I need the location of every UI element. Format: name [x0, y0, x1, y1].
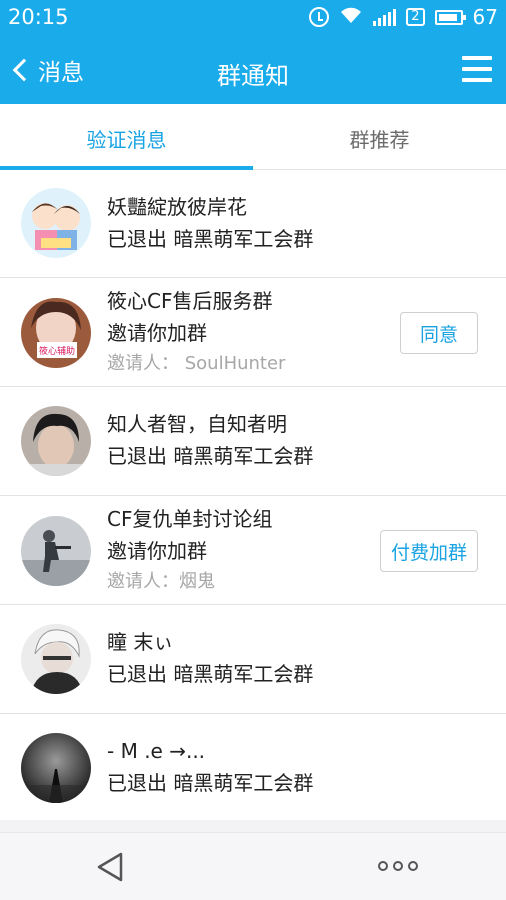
item-text: CF复仇单封讨论组 邀请你加群 邀请人：烟鬼 — [107, 506, 272, 594]
page-title: 群通知 — [217, 62, 289, 90]
list-item[interactable]: 知人者智，自知者明 已退出 暗黑萌军工会群 — [0, 387, 506, 496]
menu-icon[interactable] — [462, 56, 492, 82]
group-name: 妖豔綻放彼岸花 — [107, 195, 247, 219]
battery-icon — [434, 9, 466, 25]
tab-verification[interactable]: 验证消息 — [0, 104, 253, 170]
sim-slot-badge: 2 — [406, 8, 425, 26]
list-item[interactable]: 筱心辅助 筱心CF售后服务群 邀请你加群 邀请人： SoulHunter 同意 — [0, 278, 506, 387]
back-triangle-icon[interactable] — [95, 851, 125, 883]
avatar — [21, 516, 91, 586]
item-text: 知人者智，自知者明 已退出 暗黑萌军工会群 — [107, 411, 313, 469]
item-text: 妖豔綻放彼岸花 已退出 暗黑萌军工会群 — [107, 194, 313, 252]
group-name: 知人者智，自知者明 — [107, 412, 287, 436]
inviter-text: 邀请人： SoulHunter — [107, 353, 286, 374]
agree-button[interactable]: 同意 — [400, 312, 478, 354]
notification-message: 已退出 暗黑萌军工会群 — [107, 771, 314, 795]
alarm-icon — [309, 7, 330, 27]
avatar: 筱心辅助 — [21, 298, 91, 368]
notification-message: 已退出 暗黑萌军工会群 — [107, 444, 314, 468]
avatar — [21, 624, 91, 694]
avatar-caption: 筱心辅助 — [39, 345, 75, 357]
signal-icon — [373, 8, 397, 26]
notification-message: 已退出 暗黑萌军工会群 — [107, 227, 314, 251]
status-icons: 2 67 — [309, 5, 498, 29]
wifi-icon — [339, 6, 363, 29]
bottom-navigation-bar — [0, 832, 506, 900]
notification-message: 邀请你加群 — [107, 539, 207, 563]
list-item[interactable]: - M .e →... 已退出 暗黑萌军工会群 — [0, 714, 506, 820]
group-name: CF复仇单封讨论组 — [107, 507, 273, 531]
battery-level: 67 — [472, 5, 498, 29]
item-text: 瞳 末ぃ 已退出 暗黑萌军工会群 — [107, 629, 313, 687]
tab-bar: 验证消息 群推荐 — [0, 104, 506, 170]
avatar — [21, 406, 91, 476]
item-text: 筱心CF售后服务群 邀请你加群 邀请人： SoulHunter — [107, 288, 285, 376]
group-name: 瞳 末ぃ — [107, 630, 174, 654]
status-bar: 20:15 2 67 — [0, 0, 506, 36]
more-dots-icon[interactable] — [378, 861, 418, 871]
paid-join-button[interactable]: 付费加群 — [380, 530, 478, 572]
group-name: 筱心CF售后服务群 — [107, 289, 273, 313]
notification-message: 邀请你加群 — [107, 321, 207, 345]
list-footer-spacer — [0, 820, 506, 832]
tab-recommended-groups[interactable]: 群推荐 — [253, 104, 506, 169]
avatar — [21, 733, 91, 803]
avatar — [21, 188, 91, 258]
nav-bar: 消息 群通知 — [0, 36, 506, 104]
item-text: - M .e →... 已退出 暗黑萌军工会群 — [107, 738, 313, 796]
list-item[interactable]: 瞳 末ぃ 已退出 暗黑萌军工会群 — [0, 605, 506, 714]
list-item[interactable]: 妖豔綻放彼岸花 已退出 暗黑萌军工会群 — [0, 170, 506, 278]
inviter-text: 邀请人：烟鬼 — [107, 571, 215, 592]
status-time: 20:15 — [8, 5, 69, 29]
list-item[interactable]: CF复仇单封讨论组 邀请你加群 邀请人：烟鬼 付费加群 — [0, 496, 506, 605]
notification-message: 已退出 暗黑萌军工会群 — [107, 662, 314, 686]
group-name: - M .e →... — [107, 739, 206, 763]
